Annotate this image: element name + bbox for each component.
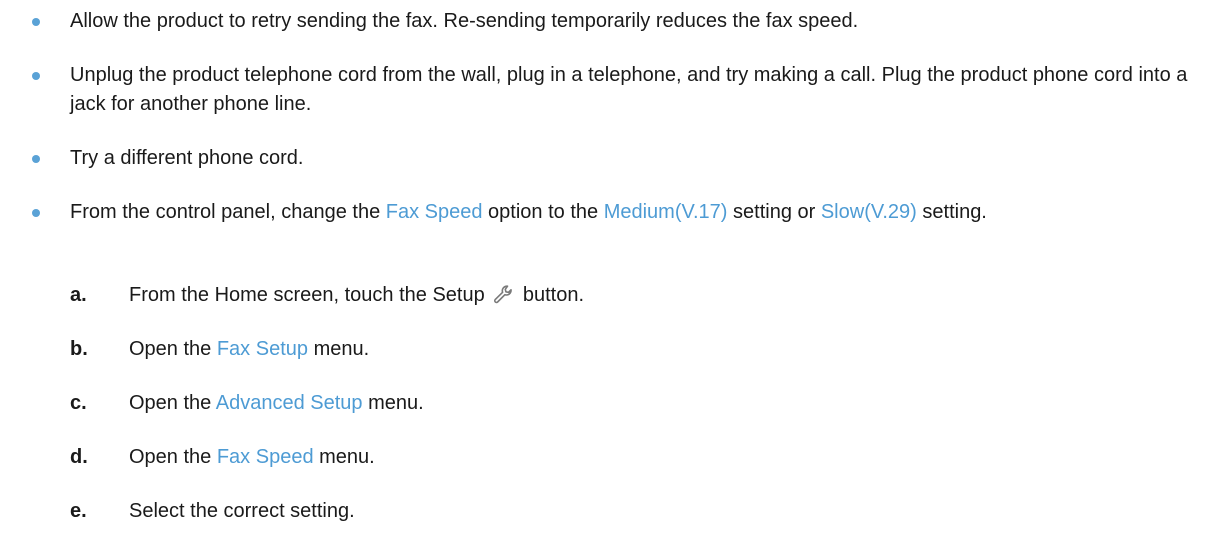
step-letter: d. <box>70 446 88 468</box>
fax-speed-menu-label: Fax Speed <box>216 446 314 468</box>
wrench-icon <box>494 285 513 304</box>
bullet-text: Try a different phone cord. <box>70 147 304 169</box>
bullet-text: From the control panel, change the Fax S… <box>70 201 987 223</box>
document-page: Allow the product to retry sending the f… <box>0 0 1217 548</box>
bullet-text: Allow the product to retry sending the f… <box>70 10 859 32</box>
step-text: From the Home screen, touch the Setup bu… <box>129 284 585 306</box>
bullet-dot <box>32 209 40 217</box>
fax-setup-menu-label: Fax Setup <box>216 338 309 360</box>
step-text: Open the Advanced Setup menu. <box>129 392 424 414</box>
step-text: Select the correct setting. <box>129 500 355 522</box>
bullet-text: Unplug the product telephone cord from t… <box>70 64 1188 115</box>
slow-v29-option-label: Slow(V.29) <box>820 201 917 223</box>
fax-speed-option-label: Fax Speed <box>385 201 483 223</box>
bullet-dot <box>32 72 40 80</box>
step-letter: b. <box>70 338 88 360</box>
step-text: Open the Fax Setup menu. <box>129 338 370 360</box>
step-letter: e. <box>70 500 87 522</box>
advanced-setup-menu-label: Advanced Setup <box>215 392 363 414</box>
step-letter: c. <box>70 392 87 414</box>
bullet-dot <box>32 18 40 26</box>
step-letter: a. <box>70 284 87 306</box>
step-text: Open the Fax Speed menu. <box>129 446 375 468</box>
bullet-dot <box>32 155 40 163</box>
medium-v17-option-label: Medium(V.17) <box>603 201 728 223</box>
